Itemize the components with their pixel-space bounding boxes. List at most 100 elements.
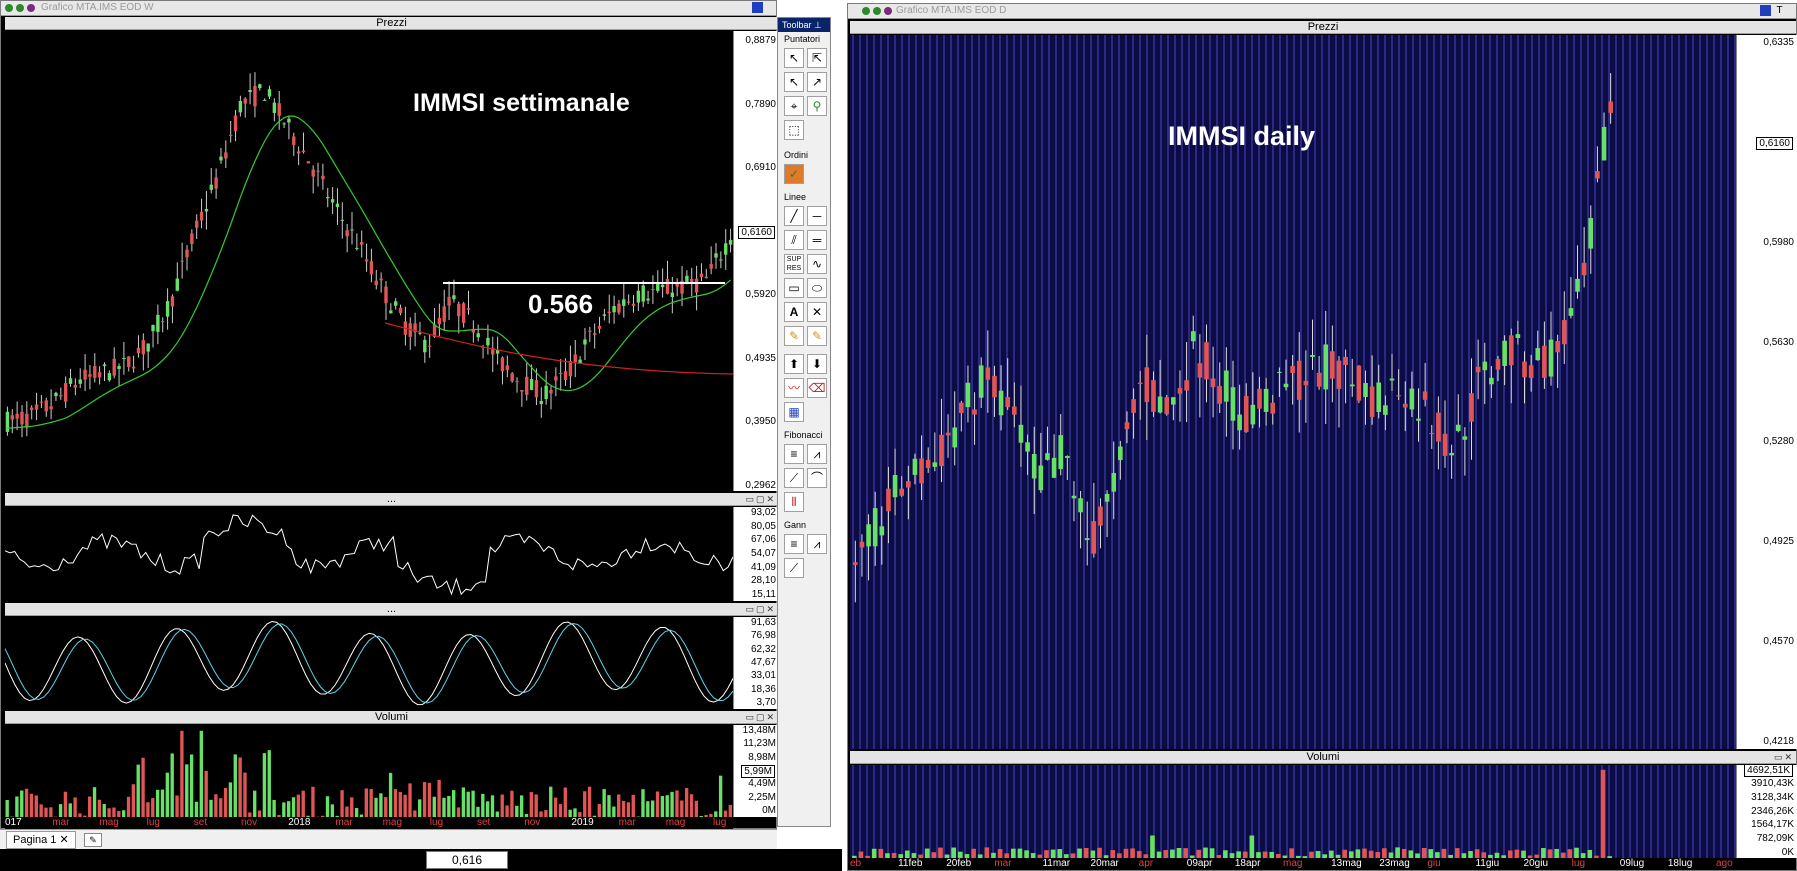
candle-body [146, 343, 150, 352]
drawing-toolbar: Toolbar ⊥ Puntatori ↖ ⇱ ↖ ↗ ⌖ ⚲ ⬚ Ordini… [777, 17, 831, 827]
candle-body [447, 296, 451, 306]
status-price: 0,616 [426, 851, 508, 869]
fibonacci-retracement-tool[interactable]: ≡ [784, 444, 804, 464]
gann-fan-tool[interactable]: ⟋ [784, 558, 804, 578]
stochastic-plot[interactable] [5, 617, 733, 709]
candle-body [925, 460, 931, 468]
daily-chart-window[interactable]: Grafico MTA.IMS EOD D T Prezzi 0,6335 0,6… [847, 3, 1797, 871]
pane-controls[interactable]: ▭✕ [1774, 752, 1794, 762]
axis-tick-label: 76,98 [750, 630, 776, 642]
candle-body [437, 318, 442, 325]
pane-controls[interactable]: ▭▢✕ [745, 604, 776, 614]
candle-body [886, 488, 891, 512]
window-status-icon [873, 7, 881, 15]
select-tool[interactable]: ↖ [784, 72, 804, 92]
fibonacci-time-tool[interactable]: ⦀ [784, 492, 804, 512]
candle-body [992, 375, 997, 398]
ellipse-tool[interactable]: ⬭ [807, 278, 827, 298]
volume-bar [1097, 847, 1102, 858]
link-icon[interactable] [884, 7, 892, 15]
text-icon[interactable]: T [1774, 5, 1785, 16]
volume-bar [1441, 848, 1447, 858]
volume-bar [675, 790, 679, 817]
candle-body [131, 366, 136, 369]
candle-body [568, 360, 573, 377]
tab-page-1[interactable]: Pagina 1 ✕ [6, 831, 76, 849]
candle-body [1137, 382, 1143, 384]
window-menu-icon[interactable] [862, 7, 870, 15]
candle-body [151, 324, 155, 332]
pane-controls[interactable]: ▭▢✕ [745, 494, 776, 504]
pencil-icon[interactable]: ✎ [784, 326, 804, 346]
close-icon[interactable]: ✕ [60, 834, 69, 846]
date-axis-label: 09lug [1619, 858, 1645, 869]
window-menu-icon[interactable] [5, 4, 13, 12]
add-tab-icon[interactable]: ✎ [84, 833, 102, 847]
fibonacci-arc-tool[interactable]: ⌒ [807, 468, 827, 488]
candle-body [292, 136, 296, 145]
wave-tool[interactable]: 〰 [784, 378, 804, 398]
gann-grid-tool[interactable]: ≡ [784, 534, 804, 554]
select-plus-tool[interactable]: ↗ [807, 72, 827, 92]
volume-bar [626, 802, 631, 817]
pane-controls[interactable]: ▭▢✕ [745, 712, 776, 722]
polyline-tool[interactable]: ∿ [807, 254, 827, 274]
arrow-down-icon[interactable]: ⬇ [807, 354, 827, 374]
candle-body [287, 118, 291, 123]
weekly-chart-window[interactable]: Grafico MTA.IMS EOD W Prezzi 0,8879 0,789… [0, 0, 779, 829]
order-tool[interactable]: ✓ [784, 164, 804, 184]
parallel-lines-tool[interactable]: ═ [807, 230, 827, 250]
rectangle-tool[interactable]: ▭ [784, 278, 804, 298]
candle-body [93, 366, 97, 378]
calendar-icon[interactable]: ▦ [784, 402, 804, 422]
volume-bar [223, 787, 228, 817]
pointer-tool[interactable]: ↖ [784, 48, 804, 68]
weekly-volume-plot[interactable] [5, 725, 733, 817]
daily-window-titlebar[interactable]: Grafico MTA.IMS EOD D T [848, 4, 1796, 19]
rsi-plot[interactable] [5, 507, 733, 601]
axis-tick-label: 782,09K [1756, 833, 1794, 845]
rsi-plot-svg [5, 507, 733, 601]
crosshair-tool[interactable]: ⌖ [784, 96, 804, 116]
erase-tool[interactable]: ⌫ [807, 378, 827, 398]
axis-tick-label: 0,5630 [1763, 336, 1794, 348]
candle-body [180, 260, 184, 262]
candle-body [199, 211, 204, 221]
delete-drawing-tool[interactable]: ✕ [807, 302, 827, 322]
daily-volume-plot[interactable] [850, 765, 1736, 858]
volume-bar [1123, 848, 1129, 858]
volume-bar [1249, 835, 1255, 858]
link-icon[interactable] [27, 4, 35, 12]
candle-body [54, 392, 58, 397]
candle-body [248, 89, 252, 92]
support-resistance-tool[interactable]: SUP RES [784, 254, 804, 274]
trendline-tool[interactable]: ╱ [784, 206, 804, 226]
volume-pane-title: Volumi [374, 711, 409, 723]
toolbar-header[interactable]: Toolbar ⊥ [778, 18, 830, 32]
date-axis-label: 2018 [288, 817, 311, 828]
fibonacci-fan-tool[interactable]: ⟋ [784, 468, 804, 488]
channel-tool[interactable]: ⫽ [784, 230, 804, 250]
axis-tick-label: 4692,51K [1744, 765, 1793, 777]
pencil-alt-icon[interactable]: ✎ [807, 326, 827, 346]
arrow-up-icon[interactable]: ⬆ [784, 354, 804, 374]
volume-bar [262, 753, 267, 817]
pin-icon[interactable]: ⊥ [814, 20, 822, 30]
date-axis-label: lug [1571, 858, 1586, 869]
multi-pointer-tool[interactable]: ⇱ [807, 48, 827, 68]
weekly-window-titlebar[interactable]: Grafico MTA.IMS EOD W [1, 1, 776, 16]
fibonacci-extension-tool[interactable]: ⩘ [807, 444, 827, 464]
candle-body [423, 339, 427, 353]
zoom-icon[interactable]: ⚲ [807, 96, 827, 116]
color-icon[interactable] [1760, 5, 1771, 16]
horizontal-line-tool[interactable]: ─ [807, 206, 827, 226]
candle-body [1250, 404, 1256, 425]
candle-body [1316, 372, 1322, 387]
candle-body [978, 365, 984, 398]
area-select-tool[interactable]: ⬚ [784, 120, 804, 140]
text-tool[interactable]: A [784, 302, 804, 322]
candle-body [597, 325, 602, 329]
candle-body [102, 364, 107, 367]
color-icon[interactable] [752, 2, 763, 13]
gann-angles-tool[interactable]: ⩘ [807, 534, 827, 554]
